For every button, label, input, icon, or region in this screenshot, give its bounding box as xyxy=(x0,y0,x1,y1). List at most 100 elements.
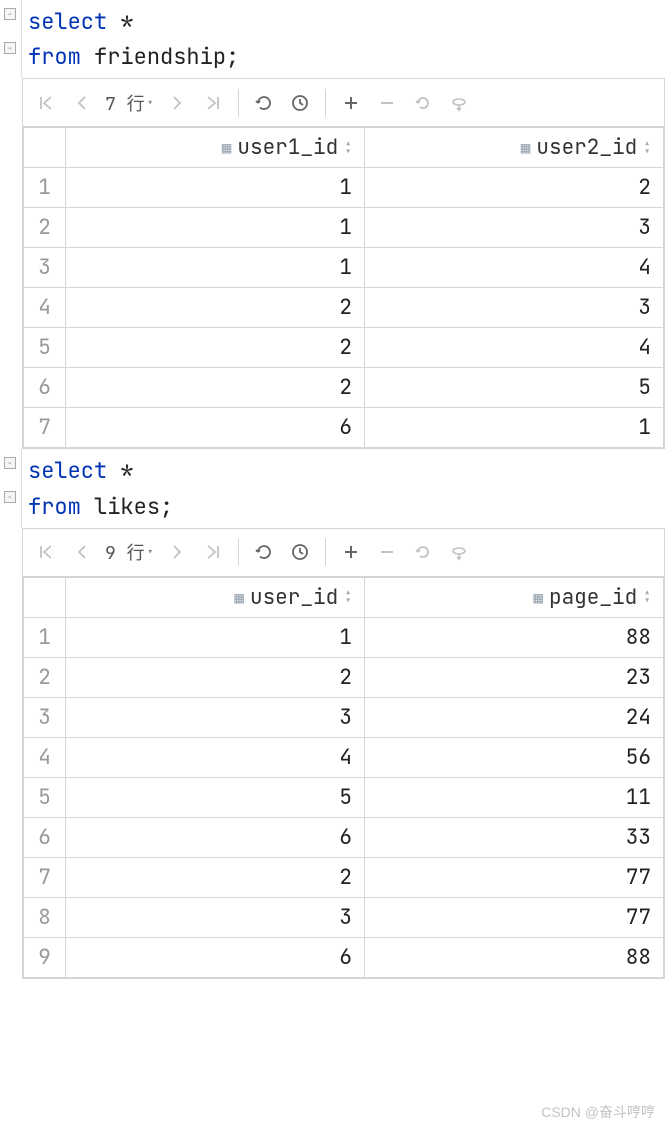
result-panel-2: 9 行▾ xyxy=(22,528,665,979)
sort-icon[interactable]: ▴▾ xyxy=(643,589,651,605)
cell[interactable]: 4 xyxy=(365,248,664,288)
cell[interactable]: 1 xyxy=(66,208,365,248)
cell[interactable]: 77 xyxy=(365,897,664,937)
column-header[interactable]: ▦ user2_id ▴▾ xyxy=(365,128,664,168)
cell[interactable]: 11 xyxy=(365,777,664,817)
cell[interactable]: 1 xyxy=(66,168,365,208)
sort-icon[interactable]: ▴▾ xyxy=(344,589,352,605)
first-page-button[interactable] xyxy=(29,86,63,120)
row-number: 7 xyxy=(24,857,66,897)
table-row[interactable]: 1188 xyxy=(24,617,664,657)
revert-button[interactable] xyxy=(406,535,440,569)
refresh-button[interactable] xyxy=(247,535,281,569)
refresh-button[interactable] xyxy=(247,86,281,120)
commit-button[interactable] xyxy=(442,535,476,569)
sql-code[interactable]: select * from likes; xyxy=(22,449,665,527)
cell[interactable]: 1 xyxy=(66,248,365,288)
table-row[interactable]: 314 xyxy=(24,248,664,288)
cell[interactable]: 2 xyxy=(66,328,365,368)
table-row[interactable]: 213 xyxy=(24,208,664,248)
cell[interactable]: 1 xyxy=(66,617,365,657)
cell[interactable]: 2 xyxy=(66,857,365,897)
table-row[interactable]: 761 xyxy=(24,408,664,448)
table-row[interactable]: 7277 xyxy=(24,857,664,897)
next-page-button[interactable] xyxy=(160,86,194,120)
row-number: 4 xyxy=(24,288,66,328)
cell[interactable]: 2 xyxy=(66,368,365,408)
remove-row-button[interactable] xyxy=(370,86,404,120)
remove-row-button[interactable] xyxy=(370,535,404,569)
cell[interactable]: 3 xyxy=(365,208,664,248)
column-icon: ▦ xyxy=(533,587,543,608)
sort-icon[interactable]: ▴▾ xyxy=(643,140,651,156)
cell[interactable]: 77 xyxy=(365,857,664,897)
table-row[interactable]: 6633 xyxy=(24,817,664,857)
prev-page-button[interactable] xyxy=(65,535,99,569)
cell[interactable]: 2 xyxy=(365,168,664,208)
first-page-button[interactable] xyxy=(29,535,63,569)
row-number: 1 xyxy=(24,168,66,208)
rows-label[interactable]: 7 行▾ xyxy=(101,90,158,116)
cell[interactable]: 23 xyxy=(365,657,664,697)
code-gutter: − − xyxy=(0,0,22,78)
cell[interactable]: 1 xyxy=(365,408,664,448)
cell[interactable]: 3 xyxy=(66,697,365,737)
cell[interactable]: 3 xyxy=(66,897,365,937)
cell[interactable]: 6 xyxy=(66,937,365,977)
result-table-2: ▦ user_id ▴▾ ▦ page_id ▴▾ 11882223332444… xyxy=(23,577,664,978)
table-row[interactable]: 5511 xyxy=(24,777,664,817)
row-number: 4 xyxy=(24,737,66,777)
rows-label[interactable]: 9 行▾ xyxy=(101,539,158,565)
table-row[interactable]: 4456 xyxy=(24,737,664,777)
last-page-button[interactable] xyxy=(196,86,230,120)
next-page-button[interactable] xyxy=(160,535,194,569)
fold-mark-icon[interactable]: − xyxy=(4,457,16,469)
result-table-1: ▦ user1_id ▴▾ ▦ user2_id ▴▾ 112213314423… xyxy=(23,127,664,448)
cell[interactable]: 4 xyxy=(365,328,664,368)
sort-icon[interactable]: ▴▾ xyxy=(344,140,352,156)
toolbar-divider xyxy=(238,538,239,566)
column-header[interactable]: ▦ user1_id ▴▾ xyxy=(66,128,365,168)
cell[interactable]: 3 xyxy=(365,288,664,328)
result-panel-1: 7 行▾ xyxy=(22,78,665,449)
corner-cell xyxy=(24,128,66,168)
column-name: page_id xyxy=(549,584,637,611)
cell[interactable]: 88 xyxy=(365,937,664,977)
column-name: user1_id xyxy=(237,134,338,161)
cell[interactable]: 2 xyxy=(66,657,365,697)
last-page-button[interactable] xyxy=(196,535,230,569)
row-number: 2 xyxy=(24,657,66,697)
cell[interactable]: 88 xyxy=(365,617,664,657)
history-button[interactable] xyxy=(283,535,317,569)
table-row[interactable]: 625 xyxy=(24,368,664,408)
cell[interactable]: 24 xyxy=(365,697,664,737)
cell[interactable]: 6 xyxy=(66,408,365,448)
fold-mark-icon[interactable]: − xyxy=(4,42,16,54)
cell[interactable]: 56 xyxy=(365,737,664,777)
table-row[interactable]: 112 xyxy=(24,168,664,208)
cell[interactable]: 5 xyxy=(66,777,365,817)
fold-mark-icon[interactable]: − xyxy=(4,8,16,20)
cell[interactable]: 2 xyxy=(66,288,365,328)
add-row-button[interactable] xyxy=(334,86,368,120)
prev-page-button[interactable] xyxy=(65,86,99,120)
history-button[interactable] xyxy=(283,86,317,120)
result-toolbar: 9 行▾ xyxy=(23,529,664,577)
cell[interactable]: 5 xyxy=(365,368,664,408)
cell[interactable]: 33 xyxy=(365,817,664,857)
cell[interactable]: 4 xyxy=(66,737,365,777)
table-row[interactable]: 524 xyxy=(24,328,664,368)
commit-button[interactable] xyxy=(442,86,476,120)
column-header[interactable]: ▦ page_id ▴▾ xyxy=(365,577,664,617)
sql-code[interactable]: select * from friendship; xyxy=(22,0,665,78)
column-header[interactable]: ▦ user_id ▴▾ xyxy=(66,577,365,617)
add-row-button[interactable] xyxy=(334,535,368,569)
table-row[interactable]: 423 xyxy=(24,288,664,328)
fold-mark-icon[interactable]: − xyxy=(4,491,16,503)
table-row[interactable]: 8377 xyxy=(24,897,664,937)
table-row[interactable]: 3324 xyxy=(24,697,664,737)
cell[interactable]: 6 xyxy=(66,817,365,857)
table-row[interactable]: 9688 xyxy=(24,937,664,977)
revert-button[interactable] xyxy=(406,86,440,120)
table-row[interactable]: 2223 xyxy=(24,657,664,697)
